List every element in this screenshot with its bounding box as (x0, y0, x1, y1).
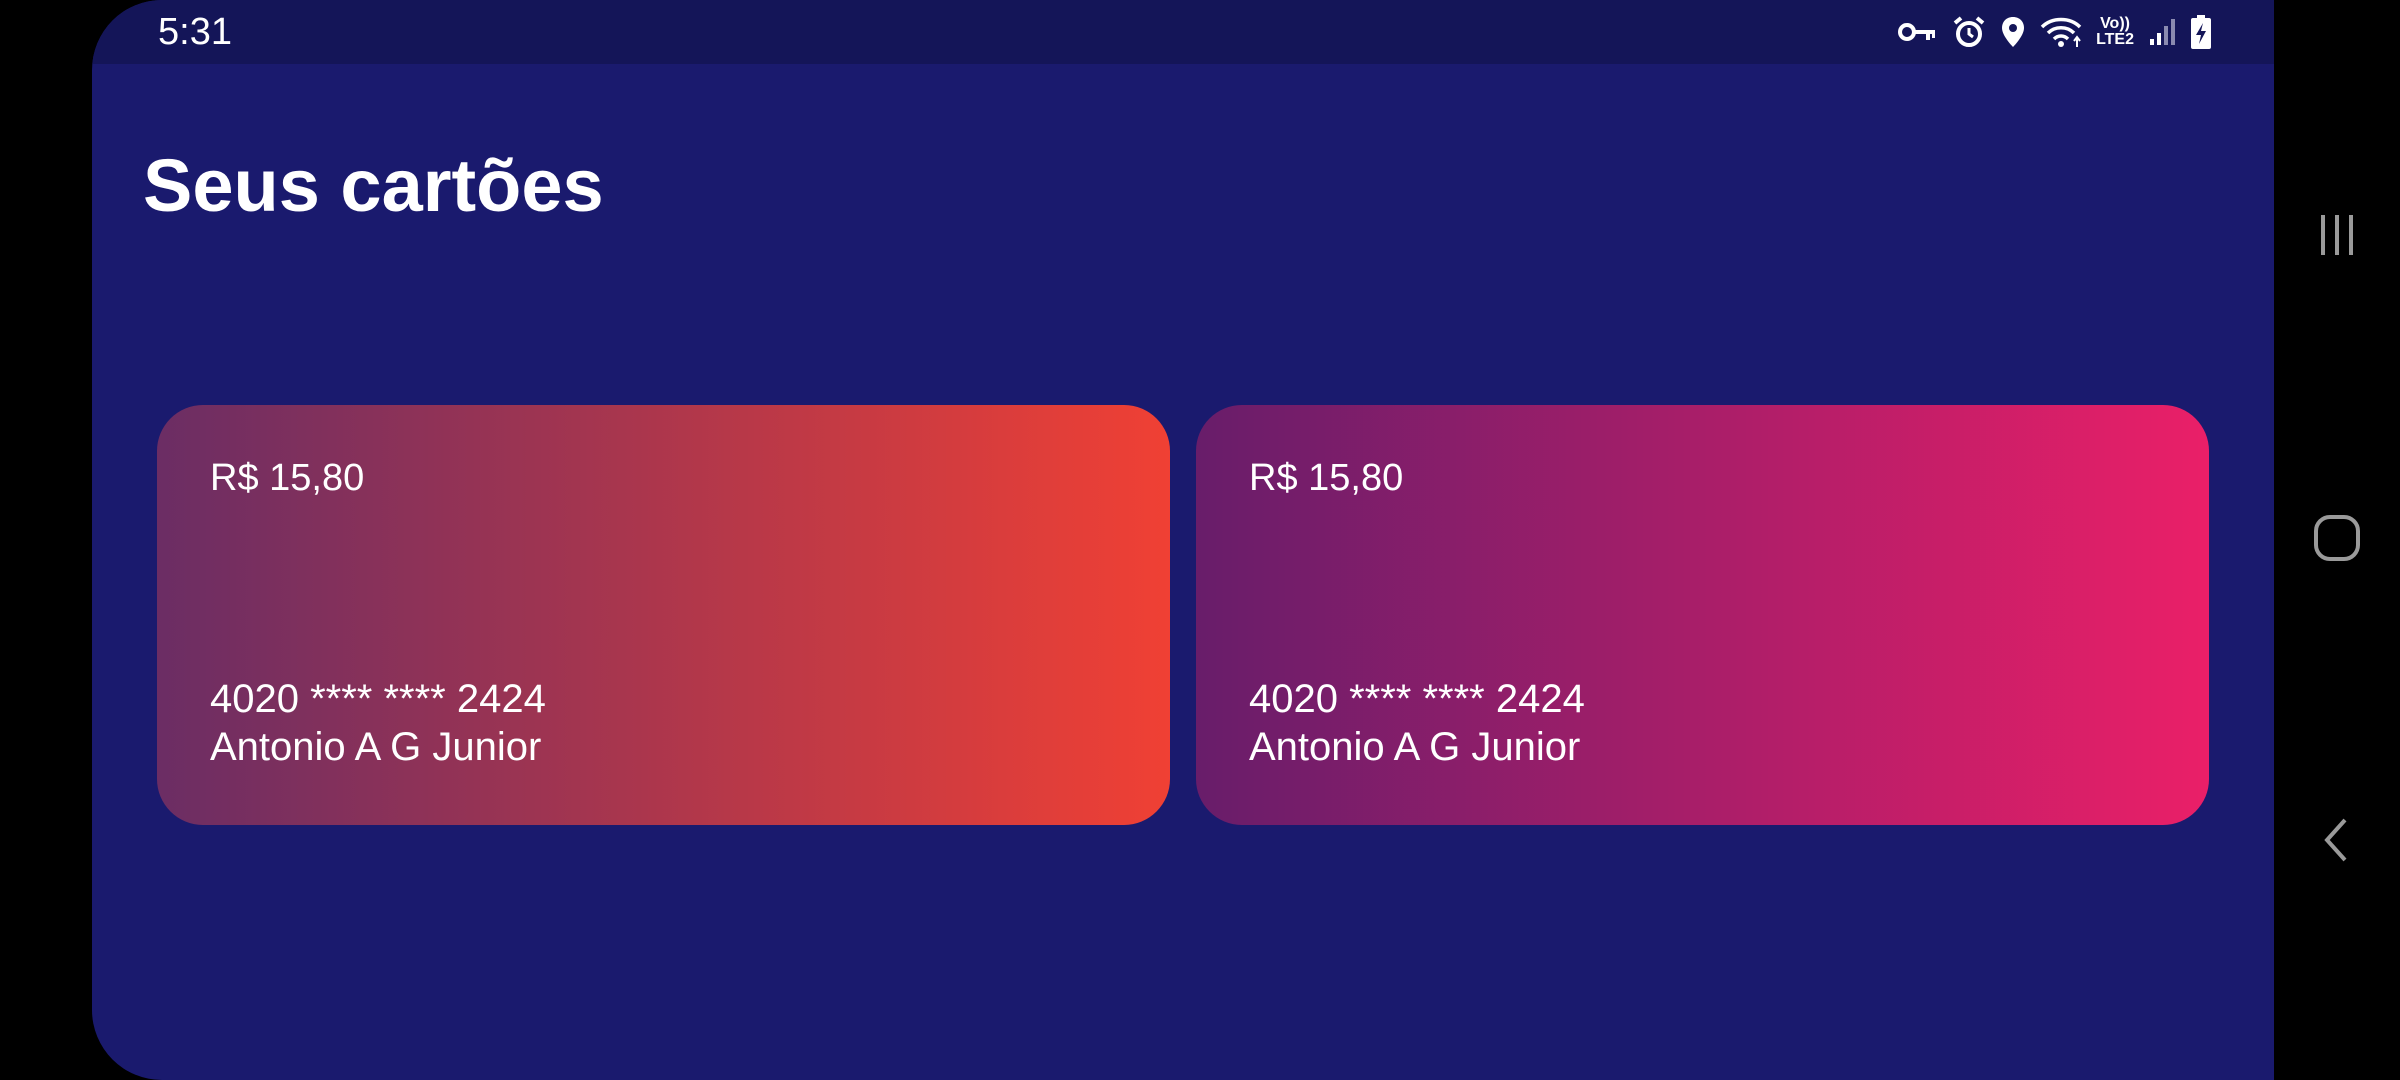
card-number: 4020 **** **** 2424 (1249, 677, 1585, 721)
vpn-key-icon (1898, 12, 1938, 52)
card-holder: Antonio A G Junior (1249, 725, 1581, 769)
home-icon (2314, 515, 2360, 561)
status-icons: Vo)) LTE2 (1898, 12, 2212, 52)
volte-label: Vo)) (2100, 15, 2130, 32)
home-button[interactable] (2274, 478, 2400, 598)
device-frame: 5:31 Vo)) LTE2 Seus cartões R$ 15,80 402… (0, 0, 2400, 1080)
card-balance: R$ 15,80 (1249, 457, 1404, 499)
card-holder: Antonio A G Junior (210, 725, 542, 769)
app-screen: 5:31 Vo)) LTE2 Seus cartões R$ 15,80 402… (92, 0, 2274, 1080)
battery-charging-icon (2190, 12, 2212, 52)
signal-icon (2148, 12, 2176, 52)
card-item[interactable]: R$ 15,80 4020 **** **** 2424 Antonio A G… (157, 405, 1170, 825)
location-icon (2000, 12, 2026, 52)
cards-list: R$ 15,80 4020 **** **** 2424 Antonio A G… (157, 405, 2209, 825)
card-balance: R$ 15,80 (210, 457, 365, 499)
lte-label: LTE2 (2096, 31, 2134, 48)
volte-lte2-icon: Vo)) LTE2 (2096, 12, 2134, 52)
wifi-icon (2040, 12, 2082, 52)
recent-apps-icon (2321, 215, 2353, 255)
card-item[interactable]: R$ 15,80 4020 **** **** 2424 Antonio A G… (1196, 405, 2209, 825)
card-number: 4020 **** **** 2424 (210, 677, 546, 721)
page-title: Seus cartões (143, 144, 604, 227)
status-time: 5:31 (158, 11, 232, 53)
system-nav-bar (2274, 0, 2400, 1080)
status-bar: 5:31 Vo)) LTE2 (92, 0, 2274, 64)
back-button[interactable] (2274, 780, 2400, 900)
back-icon (2324, 818, 2347, 862)
alarm-icon (1952, 12, 1986, 52)
recent-apps-button[interactable] (2274, 175, 2400, 295)
